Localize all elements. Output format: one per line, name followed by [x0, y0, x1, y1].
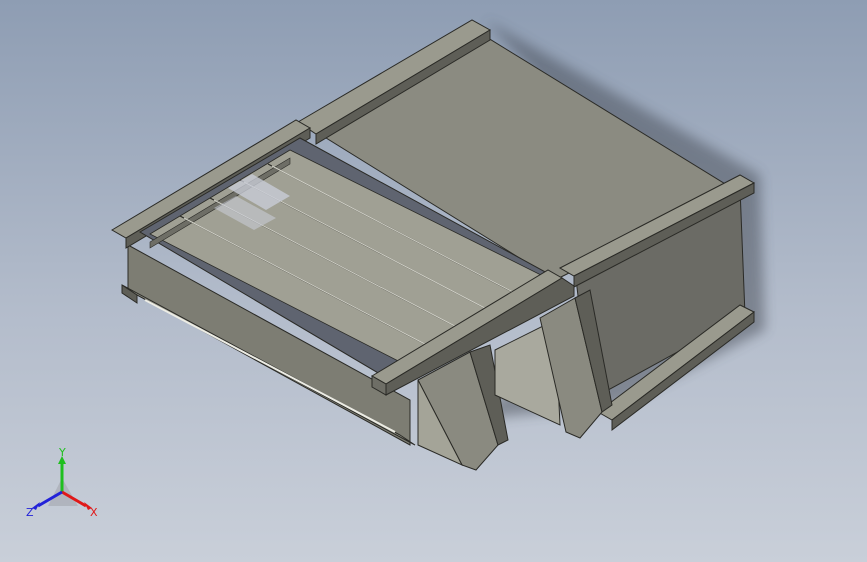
- coordinate-triad: Y X Z: [26, 448, 98, 519]
- z-axis-label: Z: [26, 506, 34, 519]
- x-axis-label: X: [90, 506, 98, 519]
- graphics-viewport[interactable]: Y X Z: [0, 0, 867, 562]
- y-axis-label: Y: [58, 448, 66, 459]
- 3d-model[interactable]: [0, 0, 867, 562]
